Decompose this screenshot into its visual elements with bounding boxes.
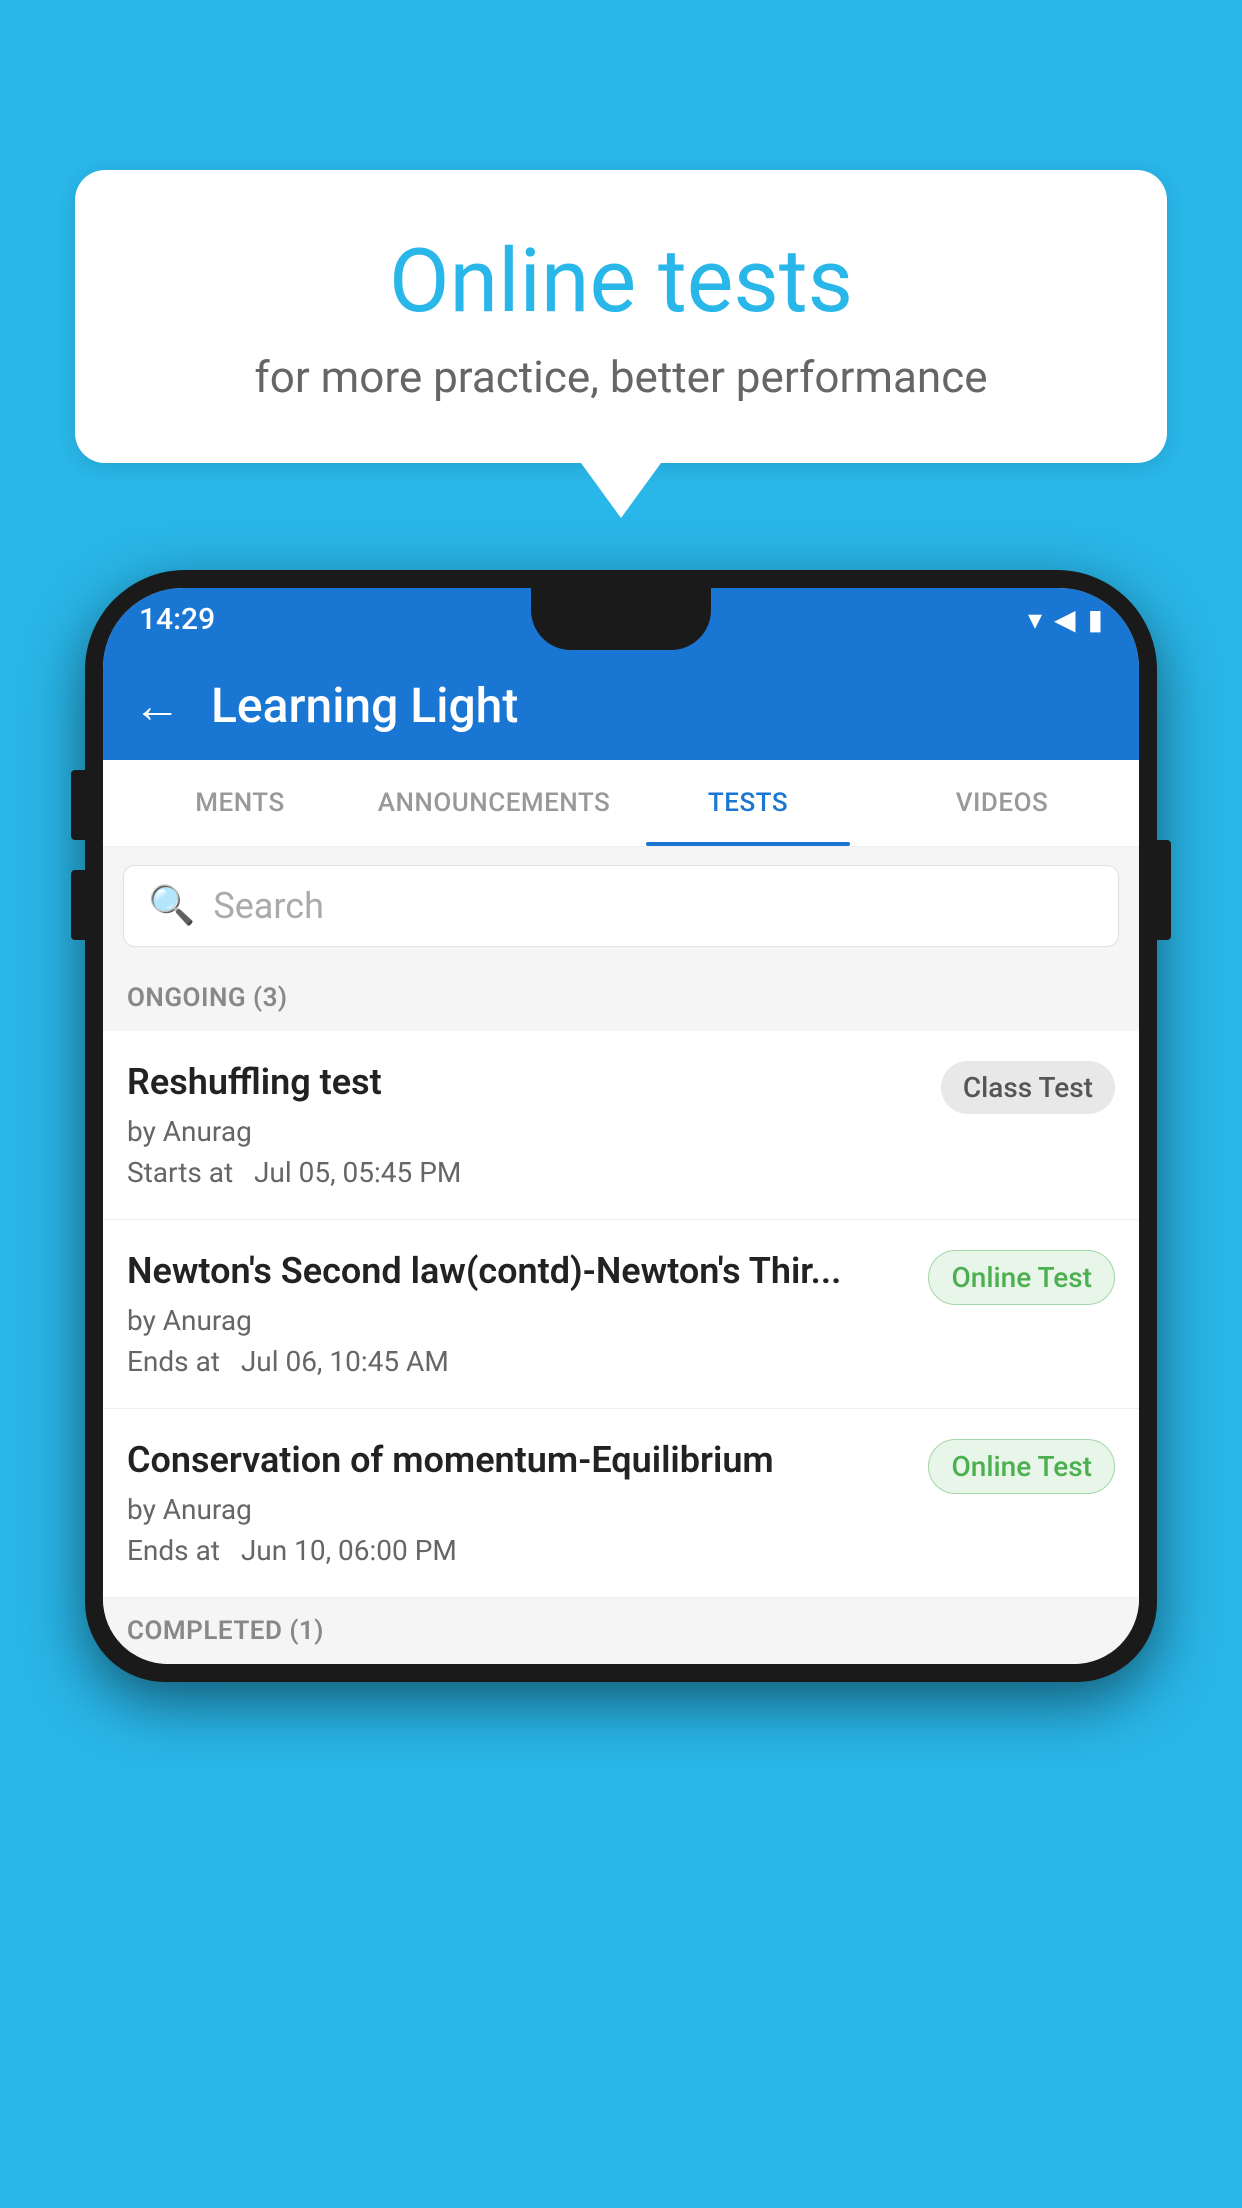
tab-videos[interactable]: VIDEOS: [875, 760, 1129, 846]
test-time-label: Ends at: [127, 1345, 220, 1378]
search-container: 🔍 Search: [103, 847, 1139, 965]
status-icons: ▾ ◀ ▮: [1028, 603, 1103, 636]
tab-ments[interactable]: MENTS: [113, 760, 367, 846]
test-name: Conservation of momentum-Equilibrium: [127, 1439, 908, 1481]
list-item[interactable]: Conservation of momentum-Equilibrium by …: [103, 1409, 1139, 1598]
tab-announcements[interactable]: ANNOUNCEMENTS: [367, 760, 621, 846]
search-placeholder: Search: [213, 885, 324, 927]
test-time-label: Ends at: [127, 1534, 220, 1567]
speech-bubble-wrapper: Online tests for more practice, better p…: [75, 170, 1167, 518]
speech-bubble-arrow: [581, 463, 661, 518]
test-info: Newton's Second law(contd)-Newton's Thir…: [127, 1250, 928, 1378]
test-name: Reshuffling test: [127, 1061, 921, 1103]
test-time-label: Starts at: [127, 1156, 233, 1189]
wifi-icon: ▾: [1028, 603, 1042, 636]
app-title: Learning Light: [211, 677, 518, 734]
tests-list: Reshuffling test by Anurag Starts at Jul…: [103, 1031, 1139, 1598]
test-badge: Online Test: [928, 1439, 1115, 1494]
list-item[interactable]: Reshuffling test by Anurag Starts at Jul…: [103, 1031, 1139, 1220]
phone-wrapper: 14:29 ▾ ◀ ▮ ← Learning Light MENTS ANNOU…: [85, 570, 1157, 2208]
side-button-right: [1157, 840, 1171, 940]
test-by: by Anurag: [127, 1304, 908, 1337]
test-time-value: Jun 10, 06:00 PM: [241, 1534, 457, 1567]
test-time: Ends at Jul 06, 10:45 AM: [127, 1345, 908, 1378]
list-item[interactable]: Newton's Second law(contd)-Newton's Thir…: [103, 1220, 1139, 1409]
ongoing-section-header: ONGOING (3): [103, 965, 1139, 1031]
app-header: ← Learning Light: [103, 650, 1139, 760]
completed-section-header: COMPLETED (1): [103, 1598, 1139, 1664]
side-button-left-top: [71, 770, 85, 840]
tabs-container: MENTS ANNOUNCEMENTS TESTS VIDEOS: [103, 760, 1139, 847]
test-time-value: Jul 06, 10:45 AM: [241, 1345, 449, 1378]
test-time-value: Jul 05, 05:45 PM: [254, 1156, 461, 1189]
status-bar: 14:29 ▾ ◀ ▮: [103, 588, 1139, 650]
test-badge: Class Test: [941, 1061, 1115, 1114]
phone-outer: 14:29 ▾ ◀ ▮ ← Learning Light MENTS ANNOU…: [85, 570, 1157, 1682]
notch: [531, 588, 711, 650]
test-time: Ends at Jun 10, 06:00 PM: [127, 1534, 908, 1567]
battery-icon: ▮: [1088, 603, 1103, 636]
test-by: by Anurag: [127, 1115, 921, 1148]
signal-icon: ◀: [1054, 603, 1076, 636]
side-button-left-bottom: [71, 870, 85, 940]
speech-bubble: Online tests for more practice, better p…: [75, 170, 1167, 463]
test-time: Starts at Jul 05, 05:45 PM: [127, 1156, 921, 1189]
test-badge: Online Test: [928, 1250, 1115, 1305]
speech-bubble-subtitle: for more practice, better performance: [155, 351, 1087, 403]
tab-tests[interactable]: TESTS: [621, 760, 875, 846]
status-time: 14:29: [139, 602, 215, 637]
search-bar[interactable]: 🔍 Search: [123, 865, 1119, 947]
test-info: Conservation of momentum-Equilibrium by …: [127, 1439, 928, 1567]
test-info: Reshuffling test by Anurag Starts at Jul…: [127, 1061, 941, 1189]
test-by: by Anurag: [127, 1493, 908, 1526]
search-icon: 🔍: [148, 884, 195, 928]
back-button[interactable]: ←: [133, 677, 181, 734]
test-name: Newton's Second law(contd)-Newton's Thir…: [127, 1250, 908, 1292]
speech-bubble-title: Online tests: [155, 230, 1087, 333]
phone-inner: 14:29 ▾ ◀ ▮ ← Learning Light MENTS ANNOU…: [103, 588, 1139, 1664]
